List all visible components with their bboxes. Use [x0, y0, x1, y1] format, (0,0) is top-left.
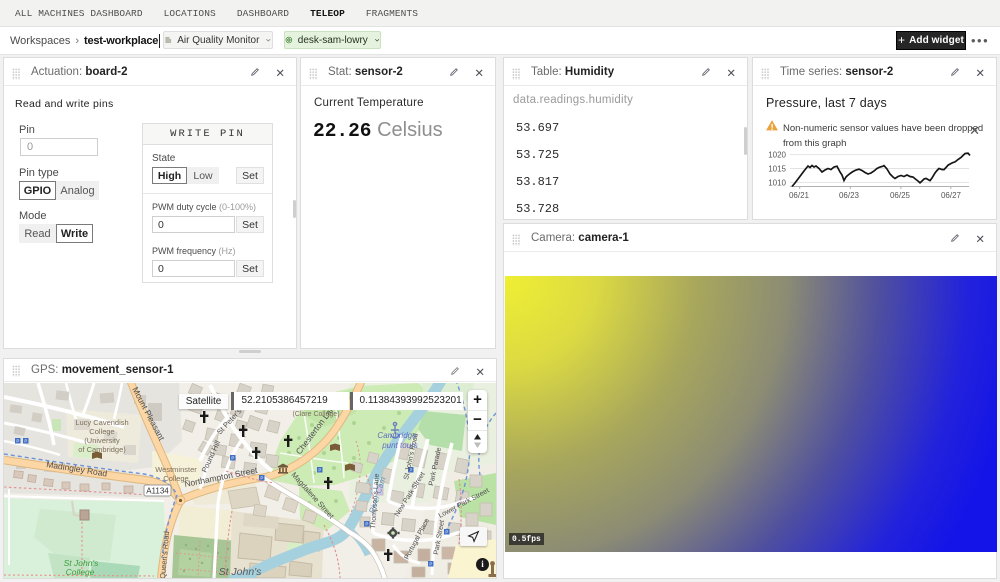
svg-text:College: College [163, 474, 188, 483]
svg-text:P: P [365, 521, 368, 526]
svg-text:Westminster: Westminster [155, 465, 197, 474]
svg-text:of Cambridge): of Cambridge) [78, 445, 126, 454]
svg-text:06/25: 06/25 [890, 191, 911, 200]
svg-text:P: P [231, 455, 234, 460]
svg-text:1010: 1010 [768, 178, 786, 187]
svg-text:1020: 1020 [768, 151, 786, 160]
svg-text:A1134: A1134 [146, 487, 169, 496]
svg-text:06/27: 06/27 [941, 191, 962, 200]
svg-text:Cambridge: Cambridge [377, 431, 417, 440]
svg-text:punt tours: punt tours [381, 441, 418, 450]
svg-text:1015: 1015 [768, 165, 786, 174]
svg-text:P: P [24, 438, 27, 443]
svg-text:(Clare College): (Clare College) [292, 411, 339, 418]
svg-text:06/21: 06/21 [789, 191, 810, 200]
svg-text:(University: (University [84, 436, 120, 445]
svg-text:College: College [89, 427, 114, 436]
svg-text:P: P [16, 438, 19, 443]
svg-text:St John's: St John's [219, 566, 263, 578]
svg-text:P: P [429, 561, 432, 566]
svg-text:P: P [260, 475, 263, 480]
svg-text:College: College [66, 567, 95, 577]
svg-text:06/23: 06/23 [839, 191, 860, 200]
svg-text:P: P [445, 529, 448, 534]
svg-text:P: P [318, 467, 321, 472]
svg-text:Lucy Cavendish: Lucy Cavendish [75, 418, 128, 427]
